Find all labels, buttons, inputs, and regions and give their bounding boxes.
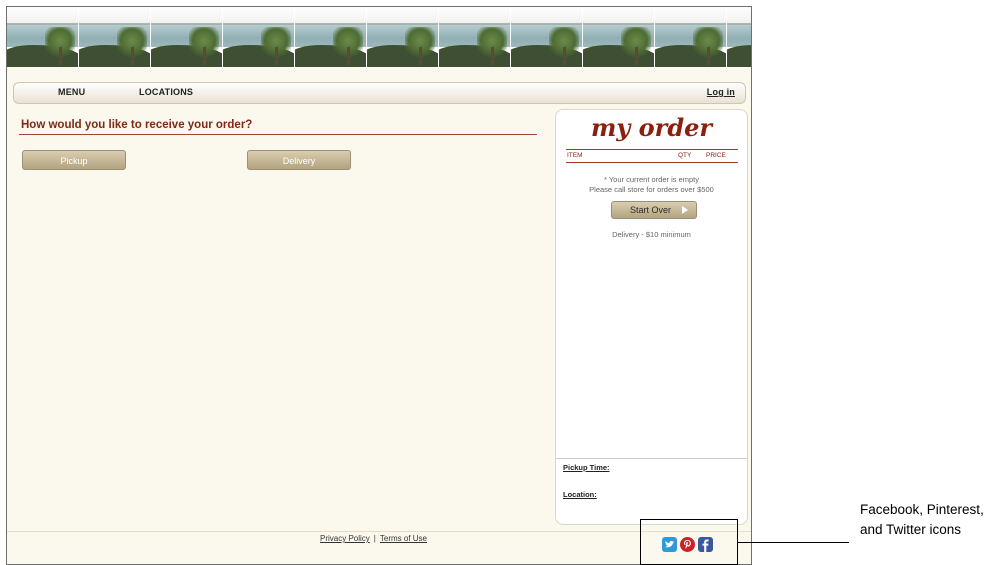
nav-locations-link[interactable]: LOCATIONS: [139, 87, 193, 97]
callout-highlight-box: [640, 519, 738, 565]
callout-text: Facebook, Pinterest, and Twitter icons: [860, 502, 984, 537]
header-banner: [7, 7, 751, 67]
banner-image: [583, 7, 655, 67]
callout-leader-line: [738, 542, 849, 543]
order-panel: my order ITEM QTY PRICE * Your current o…: [555, 109, 748, 525]
pickup-button[interactable]: Pickup: [22, 150, 126, 170]
banner-image: [79, 7, 151, 67]
privacy-policy-link[interactable]: Privacy Policy: [320, 534, 370, 543]
banner-image: [655, 7, 727, 67]
column-header-item: ITEM: [567, 152, 583, 159]
delivery-minimum-note: Delivery - $10 minimum: [612, 230, 691, 239]
order-panel-title: my order: [590, 113, 713, 142]
nav-menu-link[interactable]: MENU: [58, 87, 85, 97]
top-nav-bar: MENU LOCATIONS Log in: [13, 82, 746, 104]
order-header-rule-bottom: [566, 162, 738, 163]
heading-divider: [19, 134, 537, 135]
panel-divider: [556, 458, 747, 459]
column-header-price: PRICE: [706, 152, 726, 159]
column-header-qty: QTY: [678, 152, 692, 159]
terms-of-use-link[interactable]: Terms of Use: [380, 534, 427, 543]
banner-image: [367, 7, 439, 67]
banner-image: [223, 7, 295, 67]
banner-image: [511, 7, 583, 67]
arrow-right-icon: [682, 206, 688, 214]
start-over-button[interactable]: Start Over: [611, 201, 697, 219]
delivery-button[interactable]: Delivery: [247, 150, 351, 170]
banner-image: [439, 7, 511, 67]
location-link[interactable]: Location:: [563, 490, 597, 499]
footer-separator: |: [373, 534, 376, 543]
banner-image: [295, 7, 367, 67]
banner-image: [151, 7, 223, 67]
empty-order-message: * Your current order is empty: [603, 175, 700, 184]
footer-links: Privacy Policy | Terms of Use: [320, 534, 427, 543]
start-over-label: Start Over: [630, 205, 672, 215]
order-header-rule-top: [566, 149, 738, 150]
page-frame: MENU LOCATIONS Log in How would you like…: [6, 6, 752, 565]
banner-image: [727, 7, 751, 67]
login-link[interactable]: Log in: [707, 87, 735, 97]
order-method-heading: How would you like to receive your order…: [21, 119, 253, 131]
pickup-time-link[interactable]: Pickup Time:: [563, 463, 610, 472]
large-order-note: Please call store for orders over $500: [589, 185, 714, 194]
banner-image: [7, 7, 79, 67]
